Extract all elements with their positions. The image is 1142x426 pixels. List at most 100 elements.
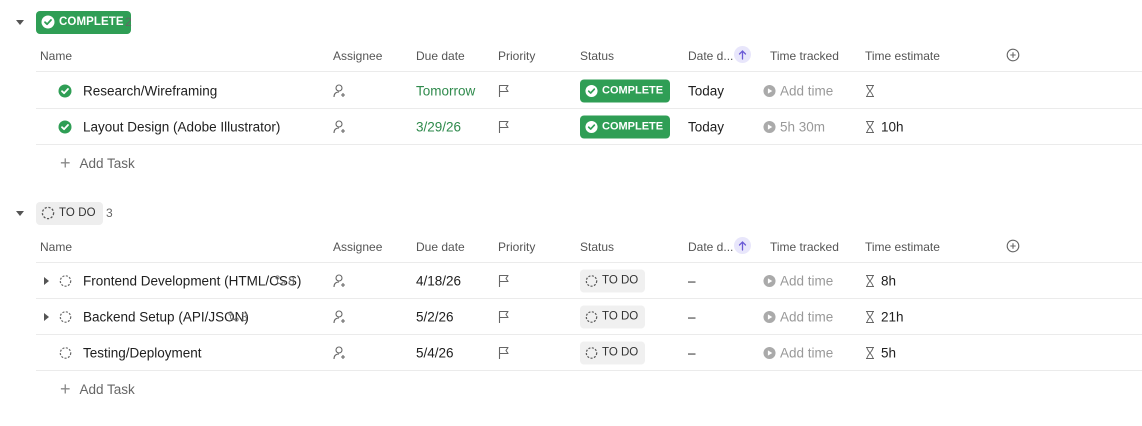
col-header-time-tracked[interactable]: Time tracked — [770, 240, 839, 254]
status-chip-label: TO DO — [602, 274, 639, 287]
task-name[interactable]: Testing/Deployment — [83, 345, 202, 360]
assignee-add-icon[interactable] — [333, 273, 347, 288]
time-tracked-value: Add time — [780, 309, 834, 324]
date-done: Today — [688, 119, 725, 134]
group-status-label: COMPLETE — [59, 16, 124, 28]
status-todo-icon[interactable] — [59, 346, 72, 359]
group-status-label: TO DO — [59, 207, 96, 219]
task-name[interactable]: Frontend Development (HTML/CSS) — [83, 273, 301, 288]
play-circle-icon — [763, 120, 776, 133]
col-header-priority[interactable]: Priority — [498, 240, 535, 254]
dashed-circle-icon — [585, 346, 598, 359]
subtask-count-value: 8 — [288, 273, 295, 288]
col-header-time-estimate[interactable]: Time estimate — [865, 240, 940, 254]
sort-ascending-icon[interactable] — [734, 237, 751, 254]
time-tracked[interactable]: Add time — [763, 83, 833, 98]
group-status-pill-complete[interactable]: COMPLETE — [36, 10, 131, 34]
priority-flag-icon[interactable] — [498, 310, 510, 324]
group-task-count: 3 — [106, 206, 113, 220]
priority-flag-icon[interactable] — [498, 84, 510, 98]
time-tracked[interactable]: Add time — [763, 273, 833, 288]
add-task-button[interactable]: + Add Task — [36, 371, 135, 407]
table-row[interactable]: Frontend Development (HTML/CSS) 8 4/18/2… — [36, 263, 1142, 299]
play-circle-icon — [763, 310, 776, 323]
task-name[interactable]: Backend Setup (API/JSON) — [83, 309, 249, 324]
time-estimate-value: 5h — [881, 345, 897, 360]
assignee-add-icon[interactable] — [333, 119, 347, 134]
due-date[interactable]: 4/18/26 — [416, 273, 461, 288]
priority-flag-icon[interactable] — [498, 274, 510, 288]
col-header-due-date[interactable]: Due date — [416, 49, 465, 63]
status-todo-icon[interactable] — [59, 310, 72, 323]
due-date[interactable]: 5/4/26 — [416, 345, 454, 360]
time-estimate[interactable]: 21h — [865, 309, 904, 324]
time-estimate[interactable]: 10h — [865, 119, 904, 134]
status-chip-label: TO DO — [602, 346, 639, 359]
due-date[interactable]: Tomorrow — [416, 83, 475, 98]
hourglass-icon — [866, 84, 874, 97]
group-status-pill-todo[interactable]: TO DO — [36, 201, 103, 225]
subtask-count[interactable]: 8 — [275, 274, 295, 288]
hourglass-icon — [866, 274, 874, 287]
add-task-button[interactable]: + Add Task — [36, 145, 135, 181]
table-row[interactable]: Research/Wireframing Tomorrow COMPLETE T… — [36, 73, 1142, 109]
priority-flag-icon[interactable] — [498, 120, 510, 134]
table-row[interactable]: Testing/Deployment 5/4/26 TO DO – Add ti… — [36, 335, 1142, 371]
due-date[interactable]: 5/2/26 — [416, 309, 454, 324]
status-chip-todo[interactable]: TO DO — [580, 341, 646, 364]
assignee-add-icon[interactable] — [333, 309, 347, 324]
time-estimate[interactable] — [865, 84, 881, 97]
dashed-circle-icon — [585, 310, 598, 323]
col-header-due-date[interactable]: Due date — [416, 240, 465, 254]
add-column-icon[interactable] — [1006, 239, 1020, 253]
subtask-icon — [228, 311, 239, 322]
time-estimate-value: 10h — [881, 119, 904, 134]
collapse-group-caret[interactable] — [14, 207, 26, 219]
col-header-date-done[interactable]: Date d... — [688, 49, 733, 63]
plus-icon: + — [60, 379, 71, 399]
status-chip-complete[interactable]: COMPLETE — [580, 79, 671, 102]
time-estimate[interactable]: 8h — [865, 273, 896, 288]
collapse-group-caret[interactable] — [14, 16, 26, 28]
status-chip-todo[interactable]: TO DO — [580, 269, 646, 292]
subtask-count[interactable]: 3 — [228, 310, 248, 324]
due-date[interactable]: 3/29/26 — [416, 119, 461, 134]
dashed-circle-icon — [41, 206, 55, 220]
task-name[interactable]: Research/Wireframing — [83, 83, 217, 98]
time-estimate[interactable]: 5h — [865, 345, 896, 360]
col-header-name[interactable]: Name — [40, 240, 72, 254]
col-header-status[interactable]: Status — [580, 240, 614, 254]
status-chip-todo[interactable]: TO DO — [580, 305, 646, 328]
check-circle-icon — [585, 120, 598, 133]
table-row[interactable]: Backend Setup (API/JSON) 3 5/2/26 TO DO … — [36, 299, 1142, 335]
status-todo-icon[interactable] — [59, 274, 72, 287]
status-complete-icon[interactable] — [58, 120, 72, 134]
status-chip-complete[interactable]: COMPLETE — [580, 115, 671, 138]
sort-ascending-icon[interactable] — [734, 46, 751, 63]
time-tracked[interactable]: 5h 30m — [763, 119, 825, 134]
task-name[interactable]: Layout Design (Adobe Illustrator) — [83, 119, 280, 134]
status-chip-label: TO DO — [602, 310, 639, 323]
status-chip-label: COMPLETE — [602, 84, 664, 97]
col-header-time-estimate[interactable]: Time estimate — [865, 49, 940, 63]
caret-down-icon — [16, 210, 24, 216]
col-header-status[interactable]: Status — [580, 49, 614, 63]
add-column-icon[interactable] — [1006, 48, 1020, 62]
col-header-name[interactable]: Name — [40, 49, 72, 63]
status-complete-icon[interactable] — [58, 84, 72, 98]
expand-subtasks-caret[interactable] — [44, 276, 49, 285]
time-tracked[interactable]: Add time — [763, 345, 833, 360]
priority-flag-icon[interactable] — [498, 346, 510, 360]
col-header-date-done[interactable]: Date d... — [688, 240, 733, 254]
col-header-priority[interactable]: Priority — [498, 49, 535, 63]
table-row[interactable]: Layout Design (Adobe Illustrator) 3/29/2… — [36, 109, 1142, 145]
col-header-assignee[interactable]: Assignee — [333, 240, 382, 254]
expand-subtasks-caret[interactable] — [44, 312, 49, 321]
assignee-add-icon[interactable] — [333, 345, 347, 360]
col-header-assignee[interactable]: Assignee — [333, 49, 382, 63]
time-tracked[interactable]: Add time — [763, 309, 833, 324]
column-header-row: Name Assignee Due date Priority Status D… — [36, 38, 1142, 72]
hourglass-icon — [866, 120, 874, 133]
col-header-time-tracked[interactable]: Time tracked — [770, 49, 839, 63]
assignee-add-icon[interactable] — [333, 83, 347, 98]
